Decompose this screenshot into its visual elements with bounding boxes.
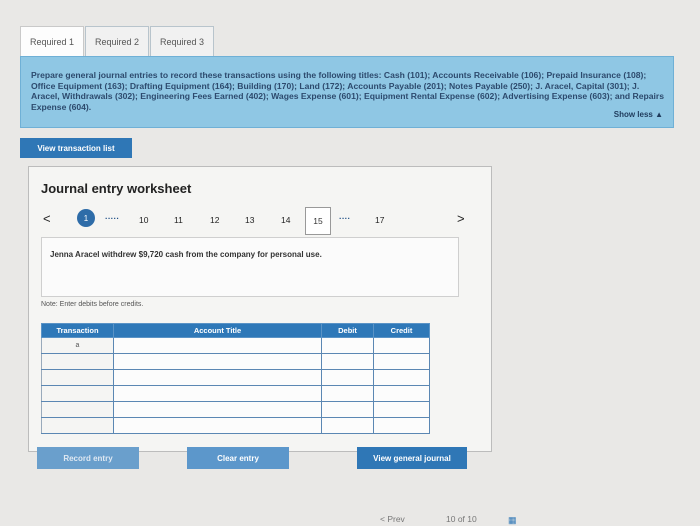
credit-input[interactable] [373, 353, 430, 370]
table-row [41, 353, 430, 370]
account-title-input[interactable] [113, 385, 322, 402]
pager-page-12[interactable]: 12 [210, 215, 219, 225]
transaction-cell [41, 401, 114, 418]
transaction-cell [41, 417, 114, 434]
account-title-input[interactable] [113, 353, 322, 370]
table-row [41, 369, 430, 386]
table-row [41, 385, 430, 402]
instructions-text: Prepare general journal entries to recor… [31, 70, 665, 112]
table-row [41, 401, 430, 418]
debit-input[interactable] [321, 337, 374, 354]
journal-entry-worksheet: Journal entry worksheet < 1 ····· 10 11 … [28, 166, 493, 469]
pager-next-arrow[interactable]: > [457, 211, 465, 226]
pager-page-13[interactable]: 13 [245, 215, 254, 225]
view-general-journal-button[interactable]: View general journal [357, 447, 467, 469]
table-row [41, 417, 430, 434]
view-transaction-list-button[interactable]: View transaction list [20, 138, 132, 158]
column-header-transaction: Transaction [41, 323, 114, 338]
entry-pager: < 1 ····· 10 11 12 13 14 15 ···· 17 > [29, 205, 493, 237]
debit-input[interactable] [321, 401, 374, 418]
credit-input[interactable] [373, 385, 430, 402]
credit-input[interactable] [373, 417, 430, 434]
requirement-tabs: Required 1 Required 2 Required 3 [20, 26, 215, 56]
transaction-description: Jenna Aracel withdrew $9,720 cash from t… [41, 237, 459, 297]
credit-input[interactable] [373, 337, 430, 354]
account-title-input[interactable] [113, 337, 322, 354]
account-title-input[interactable] [113, 417, 322, 434]
footer-nav: < Prev 10 of 10 ▦ [380, 514, 580, 525]
column-header-account-title: Account Title [113, 323, 322, 338]
credit-input[interactable] [373, 401, 430, 418]
show-less-link[interactable]: Show less ▲ [614, 110, 663, 121]
tab-required-1[interactable]: Required 1 [20, 26, 84, 56]
pager-ellipsis-2: ···· [339, 213, 351, 223]
page-indicator: 10 of 10 [446, 514, 477, 524]
debit-input[interactable] [321, 417, 374, 434]
transaction-cell [41, 369, 114, 386]
pager-page-11[interactable]: 11 [174, 215, 183, 225]
column-header-credit: Credit [373, 323, 430, 338]
account-title-input[interactable] [113, 401, 322, 418]
column-header-debit: Debit [321, 323, 374, 338]
pager-page-14[interactable]: 14 [281, 215, 290, 225]
transaction-cell: a [41, 337, 114, 354]
transaction-text: Jenna Aracel withdrew $9,720 cash from t… [50, 250, 322, 259]
account-title-input[interactable] [113, 369, 322, 386]
transaction-cell [41, 353, 114, 370]
pager-page-17[interactable]: 17 [375, 215, 384, 225]
clear-entry-button[interactable]: Clear entry [187, 447, 289, 469]
debit-input[interactable] [321, 369, 374, 386]
grid-view-icon[interactable]: ▦ [508, 515, 517, 526]
debit-credit-note: Note: Enter debits before credits. [41, 301, 144, 308]
instructions-panel: Prepare general journal entries to recor… [20, 56, 674, 128]
debit-input[interactable] [321, 385, 374, 402]
transaction-cell [41, 385, 114, 402]
credit-input[interactable] [373, 369, 430, 386]
pager-ellipsis: ····· [105, 213, 120, 223]
pager-page-1[interactable]: 1 [77, 209, 95, 227]
debit-input[interactable] [321, 353, 374, 370]
record-entry-button[interactable]: Record entry [37, 447, 139, 469]
table-row: a [41, 337, 430, 354]
tab-required-2[interactable]: Required 2 [85, 26, 149, 56]
journal-entry-table: Transaction Account Title Debit Credit a [41, 323, 430, 434]
pager-page-10[interactable]: 10 [139, 215, 148, 225]
pager-prev-arrow[interactable]: < [43, 211, 51, 226]
worksheet-title: Journal entry worksheet [41, 181, 192, 196]
prev-page-button[interactable]: < Prev [380, 514, 405, 524]
pager-page-15-current[interactable]: 15 [305, 207, 331, 235]
tab-required-3[interactable]: Required 3 [150, 26, 214, 56]
